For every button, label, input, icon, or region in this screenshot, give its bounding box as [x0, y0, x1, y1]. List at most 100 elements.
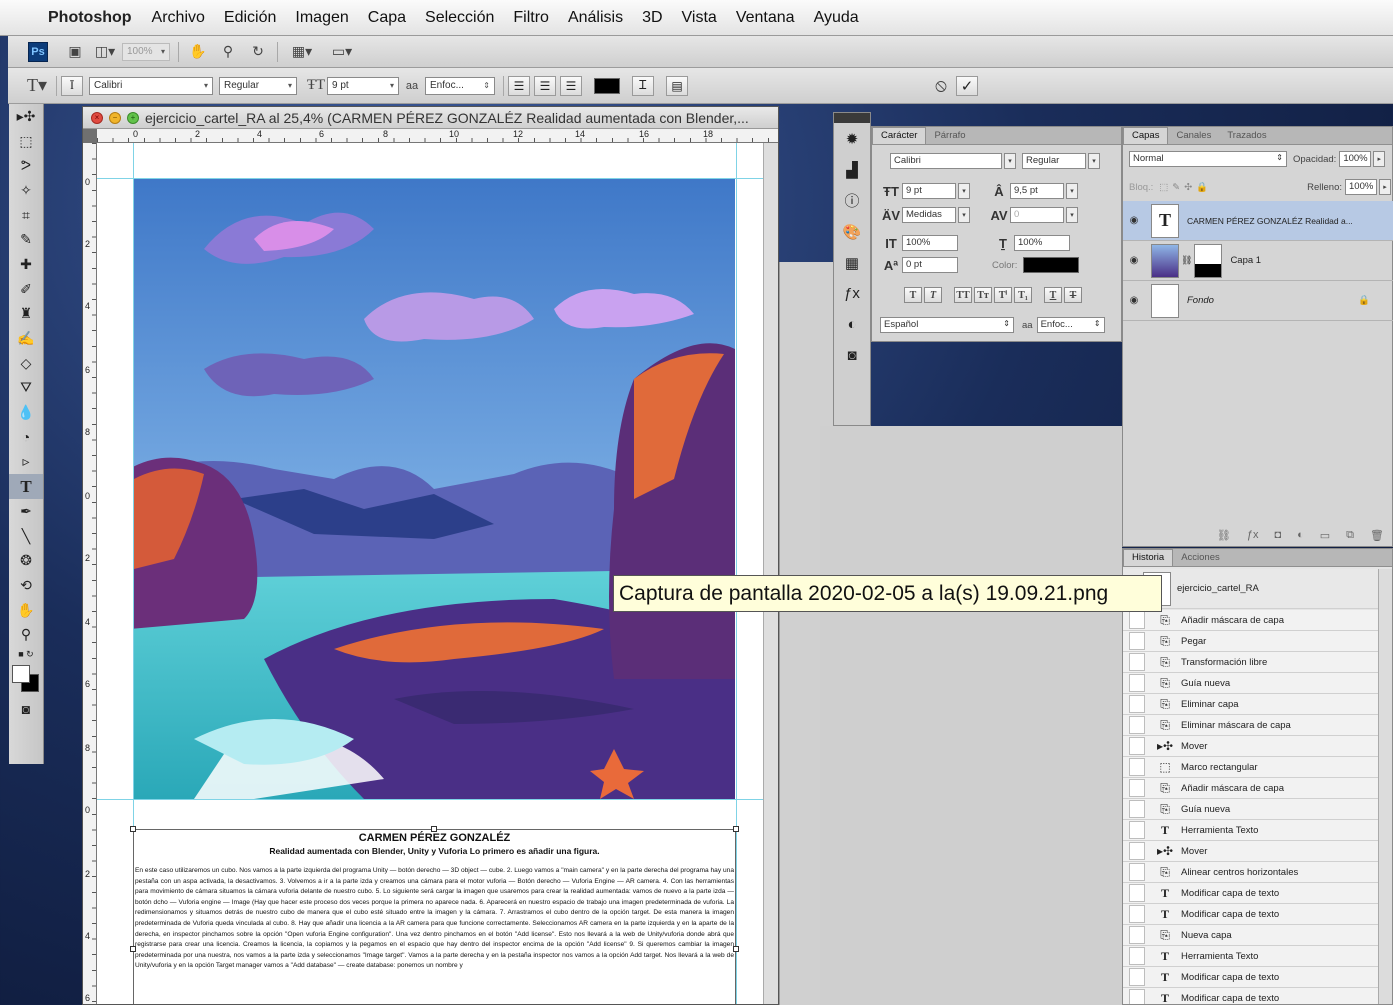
underline-icon[interactable]: T [1044, 287, 1062, 303]
history-item[interactable]: ⎘ Nueva capa [1123, 925, 1378, 946]
layer-row[interactable]: ◉ ⛓ Capa 1 [1123, 241, 1393, 281]
history-item[interactable]: ⎘ Eliminar máscara de capa [1123, 715, 1378, 736]
toggle-panels-icon[interactable]: ▤ [666, 75, 688, 96]
zoom-icon[interactable]: ⚲ [217, 42, 239, 62]
antialias-select[interactable]: Enfoc... ⇕ [425, 76, 495, 95]
styles-icon[interactable]: ƒx [834, 278, 870, 309]
add-mask-icon[interactable]: ◘ [1274, 529, 1281, 541]
history-item[interactable]: ▸✣ Mover [1123, 841, 1378, 862]
history-brush-source-box[interactable] [1129, 821, 1145, 839]
opacity-field[interactable]: 100% [1339, 151, 1372, 167]
menu-analisis[interactable]: Análisis [568, 9, 623, 27]
layer-style-icon[interactable]: ƒx [1247, 529, 1259, 541]
type-tool-icon[interactable]: T [9, 474, 43, 499]
char-color-swatch[interactable] [1023, 257, 1080, 273]
eraser-tool-icon[interactable]: ◇ [9, 351, 43, 376]
history-item[interactable]: ⎘ Guía nueva [1123, 673, 1378, 694]
panel-strip-header[interactable] [834, 113, 870, 123]
history-vertical-scrollbar[interactable] [1378, 569, 1392, 1004]
minimize-window-icon[interactable]: − [109, 111, 121, 124]
history-brush-source-box[interactable] [1129, 842, 1145, 860]
paint-bucket-tool-icon[interactable]: ⛛ [9, 376, 43, 401]
mini-bridge-icon[interactable]: ◫▾ [94, 42, 116, 62]
tab-capas[interactable]: Capas [1123, 127, 1169, 144]
history-item[interactable]: T Herramienta Texto [1123, 946, 1378, 967]
hand-icon[interactable]: ✋ [187, 42, 209, 62]
faux-italic-icon[interactable]: T [924, 287, 942, 303]
histogram-icon[interactable]: ▟ [834, 154, 870, 185]
path-selection-tool-icon[interactable]: ▹ [9, 450, 43, 475]
history-item[interactable]: ▸✣ Mover [1123, 736, 1378, 757]
hand-tool-icon[interactable]: ✋ [9, 598, 43, 623]
rotate-view-icon[interactable]: ↻ [247, 42, 269, 62]
trash-icon[interactable]: 🗑 [1370, 529, 1384, 542]
char-hscale-field[interactable]: 100% [1014, 235, 1070, 251]
cancel-edits-icon[interactable]: ⦸ [930, 75, 952, 96]
superscript-icon[interactable]: Tⁱ [994, 287, 1012, 303]
color-icon[interactable]: 🎨 [834, 216, 870, 247]
history-brush-source-box[interactable] [1129, 989, 1145, 1004]
char-font-style-field[interactable]: Regular [1022, 153, 1086, 169]
clone-stamp-tool-icon[interactable]: ♜ [9, 302, 43, 327]
tab-historia[interactable]: Historia [1123, 549, 1174, 566]
history-brush-source-box[interactable] [1129, 926, 1145, 944]
history-brush-source-box[interactable] [1129, 947, 1145, 965]
menu-archivo[interactable]: Archivo [152, 9, 205, 27]
menu-edicion[interactable]: Edición [224, 9, 276, 27]
faux-bold-icon[interactable]: T [904, 287, 922, 303]
char-kerning-field[interactable]: Medidas [902, 207, 956, 223]
layer-name[interactable]: Capa 1 [1230, 255, 1261, 266]
eye-icon[interactable]: ◉ [1123, 255, 1145, 266]
marquee-tool-icon[interactable]: ⬚ [9, 129, 43, 154]
3d-rotate-tool-icon[interactable]: ❂ [9, 548, 43, 573]
history-brush-source-box[interactable] [1129, 758, 1145, 776]
lock-image-icon[interactable]: ✎ [1172, 182, 1180, 193]
link-layers-icon[interactable]: ⛓ [1217, 529, 1231, 542]
lock-all-icon[interactable]: 🔒 [1196, 182, 1208, 193]
small-caps-icon[interactable]: Tт [974, 287, 992, 303]
tab-trazados[interactable]: Trazados [1219, 128, 1274, 144]
lasso-tool-icon[interactable]: ᕗ [9, 153, 43, 178]
history-item[interactable]: T Modificar capa de texto [1123, 967, 1378, 988]
menu-vista[interactable]: Vista [682, 9, 717, 27]
menu-imagen[interactable]: Imagen [295, 9, 348, 27]
eye-icon[interactable]: ◉ [1123, 295, 1145, 306]
tab-canales[interactable]: Canales [1168, 128, 1219, 144]
lock-position-icon[interactable]: ✣ [1184, 182, 1192, 193]
history-item[interactable]: T Modificar capa de texto [1123, 988, 1378, 1004]
history-item[interactable]: ⎘ Alinear centros horizontales [1123, 862, 1378, 883]
char-antialias-select[interactable]: Enfoc... ⇕ [1036, 317, 1105, 333]
vertical-ruler[interactable]: 0 2 4 6 8 0 2 4 6 8 0 2 4 6 [83, 143, 97, 1004]
chevron-down-icon[interactable]: ▾ [1088, 153, 1100, 169]
history-item[interactable]: T Herramienta Texto [1123, 820, 1378, 841]
char-vscale-field[interactable]: 100% [902, 235, 958, 251]
horizontal-ruler[interactable]: 0 2 4 6 8 10 12 14 16 18 [97, 129, 778, 143]
tab-parrafo[interactable]: Párrafo [926, 128, 973, 144]
healing-brush-tool-icon[interactable]: ✚ [9, 252, 43, 277]
tab-acciones[interactable]: Acciones [1173, 550, 1228, 566]
history-brush-source-box[interactable] [1129, 863, 1145, 881]
history-brush-source-box[interactable] [1129, 611, 1145, 629]
history-brush-source-box[interactable] [1129, 716, 1145, 734]
line-tool-icon[interactable]: ╲ [9, 524, 43, 549]
history-item[interactable]: T Modificar capa de texto [1123, 883, 1378, 904]
swatches-icon[interactable]: ▦ [834, 247, 870, 278]
document-vertical-scrollbar[interactable] [763, 143, 778, 1004]
history-item[interactable]: ⎘ Eliminar capa [1123, 694, 1378, 715]
blur-tool-icon[interactable]: 💧 [9, 400, 43, 425]
layer-name[interactable]: Fondo [1187, 295, 1214, 306]
align-right-icon[interactable]: ☰ [560, 75, 582, 96]
bridge-icon[interactable]: ▣ [64, 42, 86, 62]
history-item[interactable]: ⎘ Pegar [1123, 631, 1378, 652]
history-item[interactable]: ⎘ Añadir máscara de capa [1123, 778, 1378, 799]
chevron-down-icon[interactable]: ▾ [958, 183, 970, 199]
history-brush-source-box[interactable] [1129, 653, 1145, 671]
strikethrough-icon[interactable]: T [1064, 287, 1082, 303]
quick-selection-tool-icon[interactable]: ✧ [9, 178, 43, 203]
text-color-swatch[interactable] [594, 77, 620, 94]
history-item[interactable]: ⎘ Guía nueva [1123, 799, 1378, 820]
navigator-icon[interactable]: ✹ [834, 123, 870, 154]
document-title-bar[interactable]: × − + ejercicio_cartel_RA al 25,4% (CARM… [83, 107, 778, 129]
menu-3d[interactable]: 3D [642, 9, 662, 27]
close-window-icon[interactable]: × [91, 111, 103, 124]
